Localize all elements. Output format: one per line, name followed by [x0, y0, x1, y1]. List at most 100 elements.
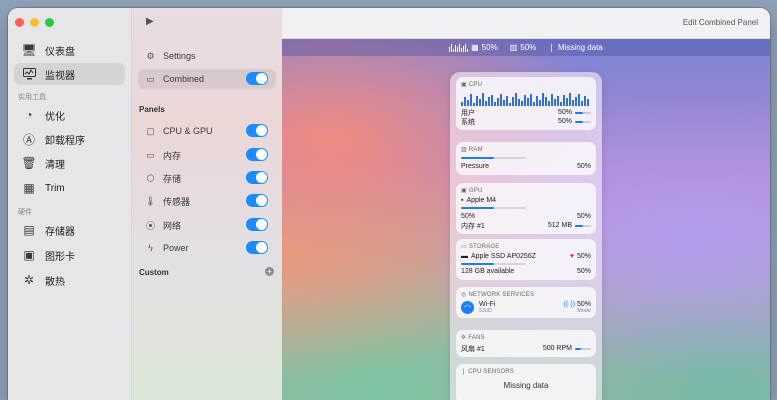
- menubar-preview: ▦ 50% ▥ 50% ❘ Missing data: [282, 39, 770, 56]
- antenna-icon: ⦿: [145, 220, 155, 231]
- fan-icon: ✲: [461, 335, 467, 341]
- storage-name: Apple SSD AP0256Z: [471, 253, 536, 260]
- storage-icon: ▭: [461, 244, 467, 250]
- trash-icon: 🗑: [21, 156, 37, 170]
- sidebar-layout-icon: ▭: [146, 73, 155, 84]
- network-name: Wi-Fi: [479, 301, 496, 308]
- sidebar-item-trim[interactable]: ▦ Trim: [14, 177, 125, 199]
- ram-pressure-bar: [461, 157, 526, 159]
- panels-header: Panels: [139, 105, 165, 114]
- chip-icon: ▤: [23, 223, 35, 237]
- network-ssid: SSID: [479, 308, 492, 314]
- storage-bar: [461, 263, 526, 265]
- menubar-cpu: ▦ 50%: [449, 43, 498, 52]
- gpu-icon: ▣: [461, 188, 467, 194]
- cpu-user-value: 50%: [557, 109, 572, 116]
- network-mode: Mode: [577, 308, 591, 314]
- panel-item-sensors[interactable]: 🌡 传感器: [138, 191, 276, 211]
- ram-card[interactable]: ▥ RAM Pressure 50%: [456, 142, 596, 175]
- sidebar: 🖥 仪表盘 监视器 实用工具 ◔ 优化 Ⓐ 卸载程序 🗑 清理 ▦ Trim 硬…: [8, 8, 132, 400]
- gpu-icon: ▣: [23, 248, 35, 262]
- drive-icon: ▬: [461, 253, 468, 260]
- storage-card[interactable]: ▭ STORAGE ▬ Apple SSD AP0256Z ♥ 50% 128 GB …: [456, 239, 596, 280]
- panel-list: ▶ ⚙ Settings ▭ Combined Panels ▢ CPU & G…: [132, 8, 282, 400]
- storage-toggle[interactable]: [246, 171, 268, 184]
- signal-icon: ((·)): [563, 301, 576, 308]
- sidebar-item-cooling[interactable]: ✲ 散热: [14, 269, 125, 291]
- gpu-load-value: 50%: [461, 213, 476, 220]
- cpu-icon: ▣: [461, 82, 467, 88]
- preview-area: Edit Combined Panel ▦ 50% ▥ 50% ❘ Missin…: [282, 8, 770, 400]
- thermometer-icon: ❘: [461, 369, 467, 375]
- gpu-mem-value: 50%: [576, 213, 591, 220]
- sidebar-item-uninstaller[interactable]: Ⓐ 卸载程序: [14, 128, 125, 150]
- network-card[interactable]: ◎ NETWORK SERVICES ◠ Wi-Fi SSID ((·)) 50%…: [456, 287, 596, 318]
- combined-panel-preview: ▣ CPU 用户 50% 系统 50% ▥ RAM Pressure 50% ▣…: [450, 72, 602, 400]
- network-toggle[interactable]: [246, 218, 268, 231]
- zoom-button[interactable]: [45, 18, 54, 27]
- storage-icon: ⬡: [146, 172, 155, 183]
- section-utilities: 实用工具: [18, 94, 46, 101]
- sensors-value: Missing data: [503, 381, 549, 390]
- panel-item-storage[interactable]: ⬡ 存储: [138, 168, 276, 188]
- section-hardware: 硬件: [18, 209, 32, 216]
- panel-item-cpu-gpu[interactable]: ▢ CPU & GPU: [138, 121, 276, 141]
- sidebar-item-graphics[interactable]: ▣ 图形卡: [14, 244, 125, 266]
- thermometer-icon: ❘: [548, 43, 555, 52]
- add-custom-icon[interactable]: +: [265, 267, 274, 276]
- gear-icon: ⚙: [146, 50, 155, 61]
- menubar-sensor: ❘ Missing data: [548, 43, 603, 52]
- sidebar-item-optimize[interactable]: ◔ 优化: [14, 104, 125, 126]
- menubar-ram: ▥ 50%: [509, 43, 537, 52]
- cpu-gpu-toggle[interactable]: [246, 124, 268, 137]
- panel-item-memory[interactable]: ▭ 内存: [138, 145, 276, 165]
- play-icon[interactable]: ▶: [146, 16, 154, 27]
- window-title: Edit Combined Panel: [682, 18, 758, 27]
- combined-toggle[interactable]: [246, 72, 268, 85]
- app-window: 🖥 仪表盘 监视器 实用工具 ◔ 优化 Ⓐ 卸载程序 🗑 清理 ▦ Trim 硬…: [8, 8, 770, 400]
- fan-bar: [575, 347, 591, 350]
- sensors-toggle[interactable]: [246, 194, 268, 207]
- panel-item-network[interactable]: ⦿ 网络: [138, 215, 276, 235]
- gauge-icon: ◔: [25, 108, 33, 122]
- cpu-system-value: 50%: [557, 118, 572, 125]
- sidebar-item-memory[interactable]: ▤ 存储器: [14, 219, 125, 241]
- cpu-system-bar: [575, 120, 591, 123]
- panel-item-power[interactable]: ϟ Power: [138, 238, 276, 258]
- ram-pressure-value: 50%: [576, 163, 591, 170]
- combined-item[interactable]: ▭ Combined: [138, 69, 276, 89]
- cpu-user-bar: [575, 111, 591, 114]
- minimize-button[interactable]: [30, 18, 39, 27]
- settings-item[interactable]: ⚙ Settings: [138, 46, 276, 66]
- wifi-icon: ◠: [461, 301, 474, 314]
- fan-value: 500 RPM: [542, 345, 572, 352]
- close-button[interactable]: [15, 18, 24, 27]
- fans-card[interactable]: ✲ FANS 风扇 #1 500 RPM: [456, 330, 596, 357]
- globe-icon: ◎: [461, 292, 467, 298]
- gpu-mem-size: 512 MB: [547, 222, 572, 229]
- network-signal: 50%: [576, 301, 591, 308]
- gpu-chip-icon: ▪: [461, 197, 464, 204]
- sidebar-item-clean[interactable]: 🗑 清理: [14, 152, 125, 174]
- custom-header: Custom: [139, 268, 169, 277]
- fan-icon: ✲: [23, 273, 35, 287]
- cpu-card[interactable]: ▣ CPU 用户 50% 系统 50%: [456, 77, 596, 130]
- sidebar-item-dashboard[interactable]: 🖥 仪表盘: [14, 39, 125, 61]
- memory-icon: ▥: [461, 147, 467, 153]
- sensors-card[interactable]: ❘ CPU SENSORS Missing data: [456, 364, 596, 400]
- traffic-lights: [15, 18, 54, 27]
- display-icon: 🖥: [21, 43, 37, 57]
- sidebar-item-monitor[interactable]: 监视器: [14, 63, 125, 85]
- memory-toggle[interactable]: [246, 148, 268, 161]
- heart-icon: ♥: [569, 253, 574, 260]
- power-toggle[interactable]: [246, 241, 268, 254]
- gpu-card[interactable]: ▣ GPU ▪ Apple M4 50% 50% 内存 #1 512 MB: [456, 183, 596, 234]
- gpu-name: Apple M4: [466, 197, 497, 204]
- storage-health: 50%: [576, 253, 591, 260]
- chip-icon: ▦: [471, 43, 479, 52]
- gpu-mem-bar: [575, 224, 591, 227]
- gpu-mem-label: 内存 #1: [461, 222, 485, 230]
- titlebar: Edit Combined Panel: [282, 8, 770, 39]
- storage-available: 128 GB available: [461, 268, 515, 275]
- thermometer-icon: 🌡: [144, 195, 157, 206]
